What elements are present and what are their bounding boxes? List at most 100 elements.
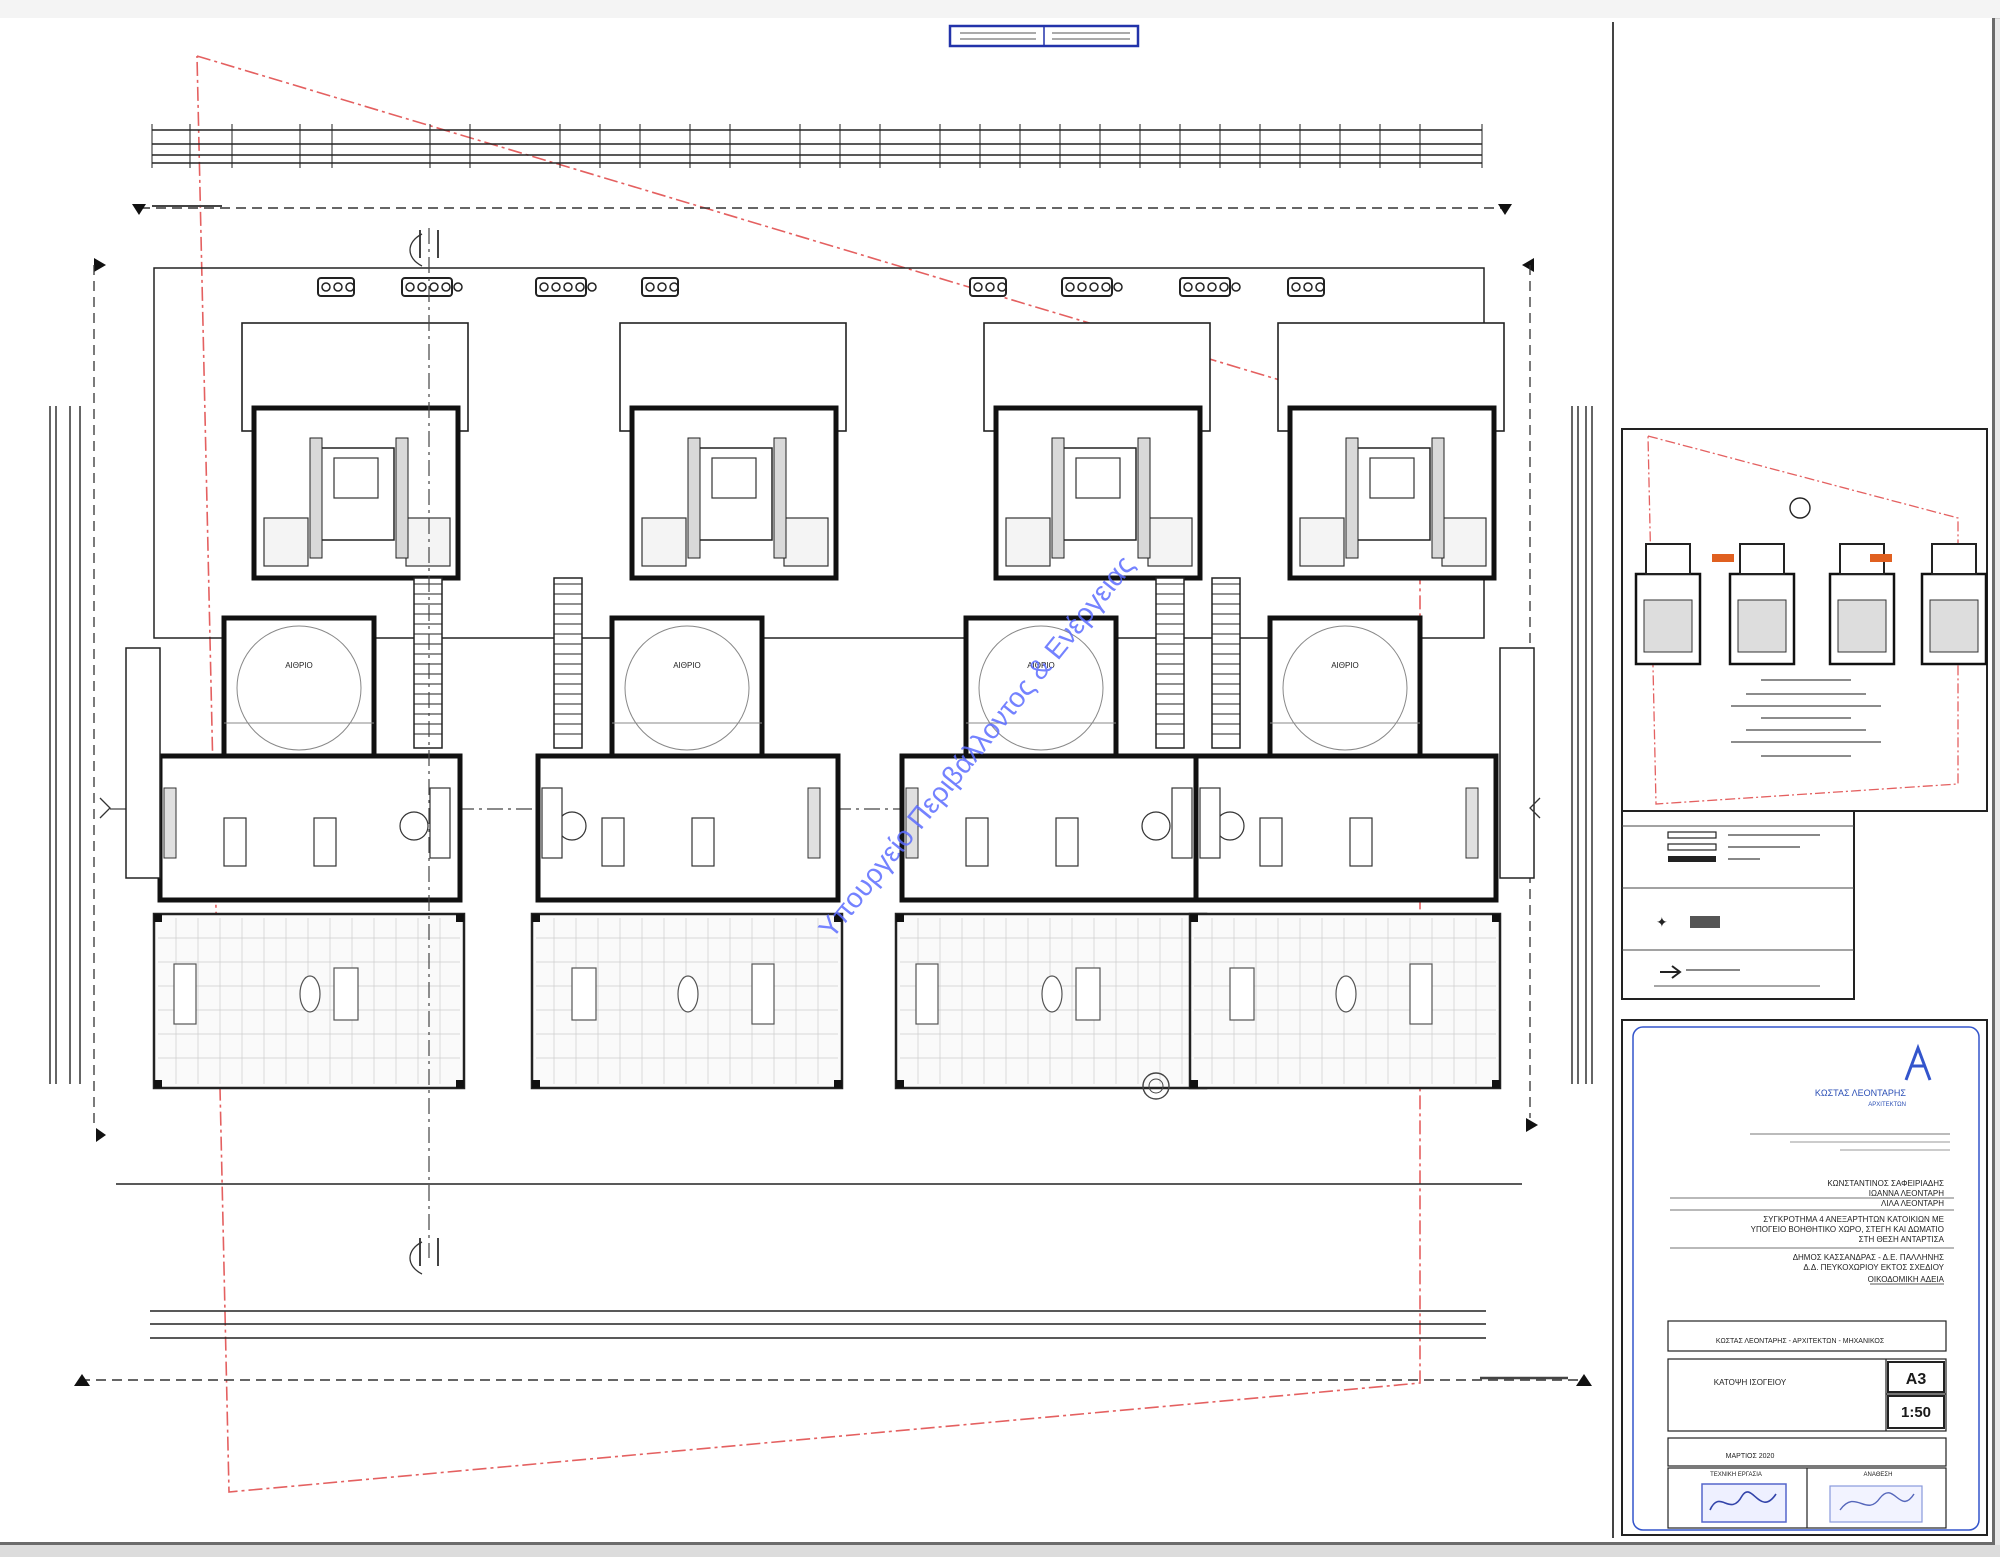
column-marker	[834, 1080, 842, 1088]
atrium-label: ΑΙΘΡΙΟ	[285, 661, 313, 670]
dining-table	[1259, 817, 1283, 867]
location-line-1: ΔΗΜΟΣ ΚΑΣΣΑΝΔΡΑΣ - Δ.Ε. ΠΑΛΛΗΝΗΣ	[1793, 1253, 1944, 1262]
drawing-scale: 1:50	[1901, 1404, 1931, 1421]
dining-table	[223, 817, 247, 867]
seal-left-caption: ΤΕΧΝΙΚΗ ΕΡΓΑΣΙΑ	[1710, 1472, 1762, 1478]
column-marker	[532, 914, 540, 922]
legend-compass-icon: ✦	[1656, 914, 1668, 930]
housing-units: ΑΙΘΡΙΟ ΑΙΘΡΙΟ ΑΙΘΡΙΟ ΑΙΘΡΙΟ	[125, 322, 1535, 1090]
title-block: ΚΩΣΤΑΣ ΛΕΟΝΤΑΡΗΣ ΑΡΧΙΤΕΚΤΩΝ ΚΩΝΣΤΑΝΤΙΝΟΣ…	[1621, 1019, 1988, 1536]
bathroom	[405, 517, 451, 567]
column-marker	[896, 1080, 904, 1088]
designer-name: ΚΩΣΤΑΣ ΛΕΟΝΤΑΡΗΣ - ΑΡΧΙΤΕΚΤΩΝ - ΜΗΧΑΝΙΚΟ…	[1716, 1338, 1885, 1345]
column-marker	[896, 914, 904, 922]
owner-name-2: ΙΩΑΝΝΑ ΛΕΟΝΤΑΡΗ	[1869, 1189, 1944, 1198]
wall-hatch	[395, 437, 409, 559]
sofa	[429, 787, 451, 859]
housing-unit: ΑΙΘΡΙΟ	[530, 322, 847, 1090]
atrium	[221, 615, 377, 761]
drawing-title: ΚΑΤΟΨΗ ΙΣΟΓΕΙΟΥ	[1714, 1378, 1787, 1387]
housing-unit: ΑΙΘΡΙΟ	[125, 322, 469, 1090]
firm-name: ΚΩΣΤΑΣ ΛΕΟΝΤΑΡΗΣ	[1815, 1088, 1907, 1098]
housing-unit: ΑΙΘΡΙΟ	[894, 322, 1211, 1090]
key-plan-panel	[1621, 428, 1988, 812]
bed-symbol	[1369, 457, 1415, 499]
column-marker	[1492, 914, 1500, 922]
project-line-2: ΥΠΟΓΕΙΟ ΒΟΗΘΗΤΙΚΟ ΧΩΡΟ, ΣΤΕΓΗ ΚΑΙ ΔΩΜΑΤΙ…	[1751, 1225, 1944, 1234]
atrium-label: ΑΙΘΡΙΟ	[1331, 661, 1359, 670]
viewer-toolbar	[0, 0, 2000, 19]
car-symbol	[641, 277, 679, 297]
firm-subtitle: ΑΡΧΙΤΕΚΤΩΝ	[1868, 1102, 1906, 1108]
car-symbol	[1061, 277, 1123, 297]
top-dimension-lines	[151, 124, 1483, 168]
column-marker	[154, 1080, 162, 1088]
bed-symbol	[1075, 457, 1121, 499]
bathroom	[641, 517, 687, 567]
terrace-table	[751, 963, 775, 1025]
key-plan-highlight	[1870, 554, 1892, 562]
terrace-table	[915, 963, 939, 1025]
lounger	[571, 967, 597, 1021]
staircase	[1211, 577, 1241, 749]
owner-name-1: ΚΩΝΣΤΑΝΤΙΝΟΣ ΣΑΦΕΙΡΙΑΔΗΣ	[1827, 1179, 1944, 1188]
bathroom	[1441, 517, 1487, 567]
dining-table	[965, 817, 989, 867]
drawing-date: ΜΑΡΤΙΟΣ 2020	[1726, 1453, 1775, 1460]
living-room	[157, 753, 463, 903]
wall-hatch	[1345, 437, 1359, 559]
terrace-round-table	[677, 975, 699, 1013]
dining-table	[1055, 817, 1079, 867]
staircase	[1155, 577, 1185, 749]
bottom-dimension-lines	[116, 1183, 1522, 1339]
paper-size: A3	[1906, 1371, 1927, 1388]
drawing-sheet: ΑΙΘΡΙΟ ΑΙΘΡΙΟ ΑΙΘΡΙΟ ΑΙΘΡΙΟ Υπουργείο Περιβ…	[0, 18, 1995, 1545]
owner-stamp	[1829, 1485, 1923, 1523]
viewer-statusbar	[0, 1545, 2000, 1557]
bathroom	[1299, 517, 1345, 567]
column-marker	[532, 1080, 540, 1088]
wall-hatch	[1137, 437, 1151, 559]
atrium-label: ΑΙΘΡΙΟ	[673, 661, 701, 670]
wall-hatch	[687, 437, 701, 559]
floor-plan-drawing: ΑΙΘΡΙΟ ΑΙΘΡΙΟ ΑΙΘΡΙΟ ΑΙΘΡΙΟ Υπουργείο Περιβ…	[49, 22, 1988, 1538]
car-symbol	[317, 277, 355, 297]
dining-table	[1349, 817, 1373, 867]
key-plan-unit	[1728, 543, 1796, 666]
sofa	[541, 787, 563, 859]
bed-symbol	[711, 457, 757, 499]
side-passage	[1499, 647, 1535, 879]
column-marker	[1190, 1080, 1198, 1088]
bathroom	[1147, 517, 1193, 567]
sofa	[1171, 787, 1193, 859]
sofa	[1199, 787, 1221, 859]
car-symbol	[1179, 277, 1241, 297]
bathroom	[1005, 517, 1051, 567]
side-passage	[125, 647, 161, 879]
wall-hatch	[309, 437, 323, 559]
lounger	[333, 967, 359, 1021]
lounger	[1075, 967, 1101, 1021]
car-symbol	[401, 277, 463, 297]
column-marker	[456, 914, 464, 922]
seal-right-caption: ΑΝΑΘΕΣΗ	[1864, 1472, 1893, 1478]
dining-table	[313, 817, 337, 867]
kitchen-counter	[163, 787, 177, 859]
dining-table	[691, 817, 715, 867]
living-room	[535, 753, 841, 903]
permit-type: ΟΙΚΟΔΟΜΙΚΗ ΑΔΕΙΑ	[1868, 1275, 1945, 1284]
project-line-1: ΣΥΓΚΡΟΤΗΜΑ 4 ΑΝΕΞΑΡΤΗΤΩΝ ΚΑΤΟΙΚΙΩΝ ΜΕ	[1763, 1215, 1944, 1224]
terrace-table	[173, 963, 197, 1025]
car-symbol	[969, 277, 1007, 297]
car-symbol	[535, 277, 597, 297]
kitchen-counter	[807, 787, 821, 859]
staircase	[553, 577, 583, 749]
terrace-table	[1409, 963, 1433, 1025]
section-line-bottom	[74, 1374, 1592, 1386]
key-plan-highlight	[1712, 554, 1734, 562]
atrium	[1267, 615, 1423, 761]
dining-table	[601, 817, 625, 867]
terrace-round-table	[1335, 975, 1357, 1013]
wall-hatch	[1431, 437, 1445, 559]
atrium	[609, 615, 765, 761]
